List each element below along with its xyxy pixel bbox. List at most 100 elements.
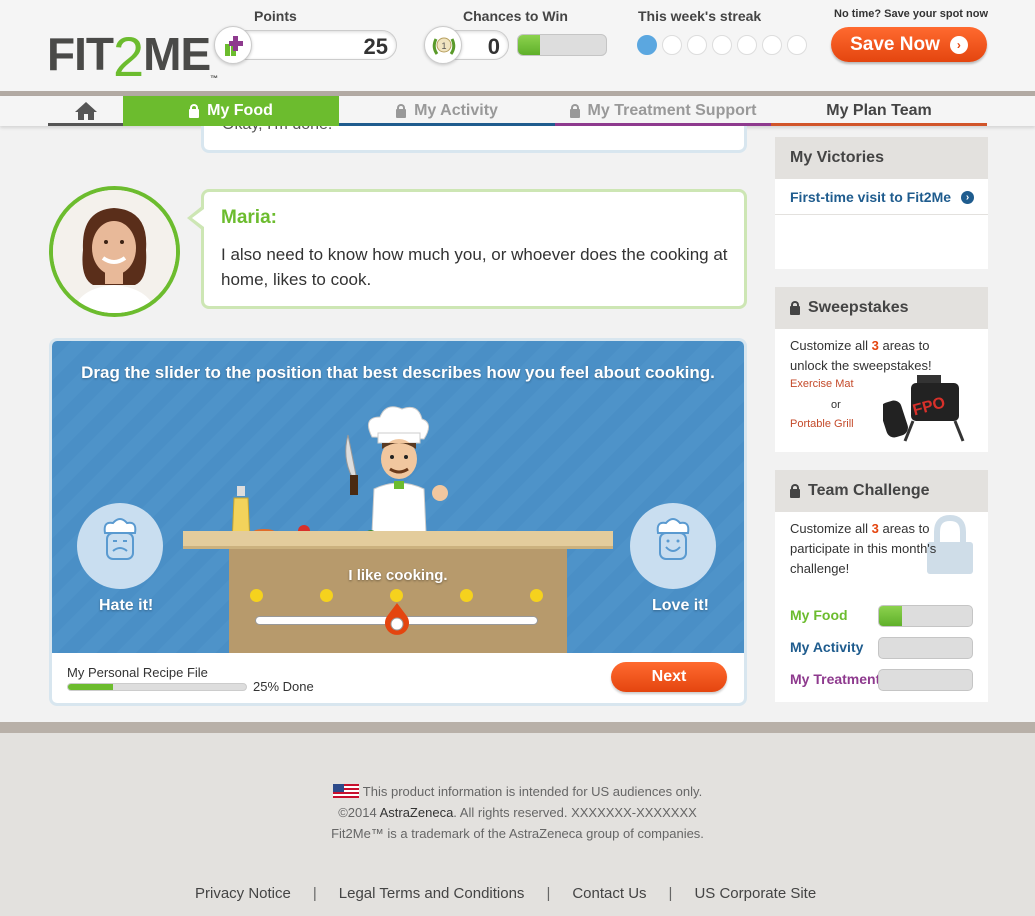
challenge-row-label: My Activity	[790, 639, 864, 655]
nav-my-treatment-support[interactable]: My Treatment Support	[555, 96, 771, 126]
sad-chef-icon	[77, 503, 163, 589]
sweepstakes-text: Customize all 3 areas to unlock the swee…	[790, 338, 932, 373]
kitchen-counter	[183, 531, 613, 549]
nav-my-treatment-support-label: My Treatment Support	[587, 102, 757, 119]
main-nav: My Food My Activity My Treatment Support…	[0, 96, 1035, 126]
victories-panel: My Victories First-time visit to Fit2Me …	[775, 137, 988, 269]
svg-text:1: 1	[441, 41, 446, 51]
lock-icon	[396, 103, 407, 118]
chances-progress-bar	[517, 34, 607, 56]
copyright-text: ©2014 AstraZeneca. All rights reserved. …	[338, 805, 697, 820]
love-it-label: Love it!	[652, 597, 709, 614]
speaker-name: Maria:	[221, 207, 277, 228]
lock-icon	[790, 483, 800, 498]
recipe-done-label: 25% Done	[253, 679, 314, 694]
site-header: FIT2ME™ Points 25 Chances to Win 0 1 Thi…	[0, 0, 1035, 92]
victory-item[interactable]: First-time visit to Fit2Me ›	[775, 179, 988, 215]
slider-stop[interactable]	[390, 589, 403, 602]
slider-stop[interactable]	[530, 589, 543, 602]
chances-value: 0	[487, 34, 500, 59]
sweepstakes-panel: Sweepstakes Customize all 3 areas to unl…	[775, 287, 988, 452]
previous-chat-text: Okay, I'm done.	[222, 126, 332, 134]
victory-item-label: First-time visit to Fit2Me	[790, 189, 952, 205]
plus-icon	[214, 26, 252, 64]
avatar	[49, 186, 180, 317]
nav-my-plan-team[interactable]: My Plan Team	[771, 96, 987, 126]
challenge-progress-bar	[878, 669, 973, 691]
home-icon	[74, 102, 97, 120]
victories-title: My Victories	[775, 137, 988, 179]
happy-chef-icon	[630, 503, 716, 589]
contact-us-link[interactable]: Contact Us	[572, 885, 646, 902]
logo-text-2: 2	[112, 25, 144, 88]
slider-value-label: I like cooking.	[348, 567, 448, 584]
points-label: Points	[254, 8, 297, 24]
challenge-row-label: My Treatment	[790, 671, 881, 687]
nav-my-activity-label: My Activity	[414, 102, 498, 119]
sweepstakes-title: Sweepstakes	[775, 287, 988, 329]
chances-label: Chances to Win	[463, 8, 568, 24]
slider-handle[interactable]	[380, 603, 414, 637]
challenge-progress-fill	[879, 606, 903, 626]
chat-message: I also need to know how much you, or who…	[221, 245, 728, 289]
recipe-progress-fill	[68, 684, 113, 690]
challenge-row-label: My Food	[790, 607, 848, 623]
recipe-file-label: My Personal Recipe File	[67, 665, 208, 680]
nav-home[interactable]	[48, 96, 123, 126]
nav-my-food[interactable]: My Food	[123, 96, 339, 126]
points-value: 25	[363, 34, 388, 59]
prize-exercise-mat[interactable]: Exercise Mat	[790, 378, 854, 390]
save-now-button[interactable]: Save Now ›	[831, 27, 987, 62]
laurel-icon: 1	[424, 26, 462, 64]
footer-links: Privacy Notice | Legal Terms and Conditi…	[195, 885, 817, 902]
fit2me-logo[interactable]: FIT2ME™	[47, 18, 218, 88]
logo-text-fit: FIT	[47, 28, 114, 80]
chat-bubble: Maria: I also need to know how much you,…	[201, 189, 747, 309]
slider-stop[interactable]	[460, 589, 473, 602]
streak-day-dot	[687, 35, 707, 55]
lock-icon	[790, 300, 800, 315]
prize-portable-grill[interactable]: Portable Grill	[790, 418, 854, 430]
slider-stop[interactable]	[320, 589, 333, 602]
prize-or: or	[831, 399, 841, 411]
team-challenge-title: Team Challenge	[775, 470, 988, 512]
us-flag-icon	[332, 784, 359, 798]
chances-progress-fill	[518, 35, 540, 55]
chef-illustration	[345, 406, 448, 534]
team-challenge-panel: Team Challenge Customize all 3 areas to …	[775, 470, 988, 702]
slider-stop[interactable]	[250, 589, 263, 602]
trademark-text: Fit2Me™ is a trademark of the AstraZenec…	[331, 826, 704, 841]
privacy-notice-link[interactable]: Privacy Notice	[195, 885, 291, 902]
streak-day-dot	[712, 35, 732, 55]
footer-top-border	[0, 722, 1035, 733]
next-button[interactable]: Next	[611, 662, 727, 692]
streak-label: This week's streak	[638, 8, 762, 24]
streak-day-dot	[762, 35, 782, 55]
streak-day-dot	[662, 35, 682, 55]
save-now-label: Save Now	[850, 33, 940, 55]
lock-icon	[189, 103, 200, 118]
previous-chat-bubble: Okay, I'm done.	[201, 126, 747, 153]
nav-my-plan-team-label: My Plan Team	[826, 102, 932, 119]
us-audience-notice: This product information is intended for…	[0, 784, 1035, 799]
nav-my-activity[interactable]: My Activity	[339, 96, 555, 126]
no-time-text: No time? Save your spot now	[834, 8, 989, 20]
us-corporate-site-link[interactable]: US Corporate Site	[694, 885, 816, 902]
chevron-right-icon: ›	[961, 191, 974, 204]
legal-terms-link[interactable]: Legal Terms and Conditions	[339, 885, 525, 902]
streak-day-dot	[737, 35, 757, 55]
activity-instruction: Drag the slider to the position that bes…	[81, 363, 715, 382]
grill-prize-image: FPO	[883, 375, 965, 442]
lock-icon	[569, 103, 580, 118]
hate-it-label: Hate it!	[99, 597, 154, 614]
recipe-progress-bar	[67, 683, 247, 691]
cooking-scene: Drag the slider to the position that bes…	[52, 341, 744, 653]
nav-my-food-label: My Food	[207, 102, 273, 119]
chevron-right-icon: ›	[949, 35, 968, 54]
team-challenge-text: Customize all 3 areas to participate in …	[790, 521, 937, 576]
streak-day-dot	[637, 35, 657, 55]
streak-day-dot	[787, 35, 807, 55]
challenge-progress-bar	[878, 637, 973, 659]
challenge-progress-bar	[878, 605, 973, 627]
site-footer: This product information is intended for…	[0, 733, 1035, 916]
